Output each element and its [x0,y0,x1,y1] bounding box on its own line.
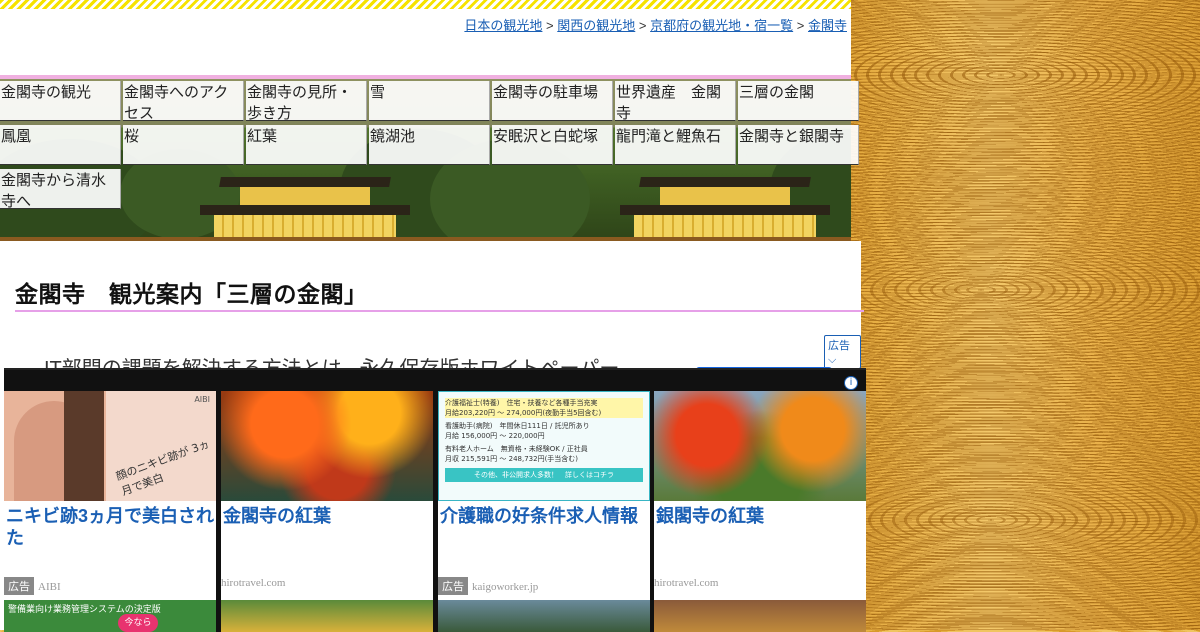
recommendation-grid: i 顔のニキビ跡が 3ヵ月で美白 AIBI ニキビ跡3ヵ月で美白された 広告 AI… [4,368,866,632]
ad-badge[interactable]: 広告 ⌵ [824,335,861,369]
nav-item-phoenix[interactable]: 鳳凰 [0,125,121,165]
ad-tag: 広告 [438,577,468,595]
nav-item-kinkaku-ginkaku[interactable]: 金閣寺と銀閣寺 [738,125,859,165]
nav-item-parking[interactable]: 金閣寺の駐車場 [492,81,613,121]
card-title[interactable]: 銀閣寺の紅葉 [656,505,864,527]
top-stripe [0,0,851,9]
breadcrumb-japan[interactable]: 日本の観光地 [464,18,542,33]
job-line: 月収 215,591円 〜 248,732円(手当含む) [445,455,579,463]
breadcrumb-kyoto[interactable]: 京都府の観光地・宿一覧 [650,18,793,33]
ad-tag: 広告 [4,577,34,595]
card-source: hirotravel.com [654,577,719,589]
breadcrumb: 日本の観光地 > 関西の観光地 > 京都府の観光地・宿一覧 > 金閣寺 [464,15,847,34]
card-kinkakuji-autumn[interactable]: 金閣寺の紅葉 hirotravel.com [221,391,433,632]
ad-badge-label: 広告 [828,339,850,352]
breadcrumb-kansai[interactable]: 関西の観光地 [557,18,635,33]
brand-logo: AIBI [194,395,210,404]
card-ginkakuji-autumn[interactable]: 銀閣寺の紅葉 hirotravel.com [654,391,866,632]
title-underline [15,310,864,312]
card-thumbnail: 顔のニキビ跡が 3ヵ月で美白 AIBI [4,391,216,501]
nav-item-ryumon-falls[interactable]: 龍門滝と鯉魚石 [615,125,736,165]
info-icon[interactable]: i [844,376,858,390]
nav-item-access[interactable]: 金閣寺へのアクセス [123,81,244,121]
main-content: 金閣寺 観光案内「三層の金閣」 IT部門の課題を解決する方法とは - 永久保存版… [0,241,866,632]
card-thumbnail [221,391,433,501]
wood-background [851,0,1200,630]
breadcrumb-separator: > [796,18,805,33]
thumb-caption: 顔のニキビ跡が 3ヵ月で美白 [114,437,212,499]
nav-item-highlights[interactable]: 金閣寺の見所・歩き方 [246,81,367,121]
job-line: 介護福祉士(特養) 住宅・扶養など各種手当充実 [445,398,643,408]
nav-item-world-heritage[interactable]: 世界遺産 金閣寺 [615,81,736,121]
card-title[interactable]: 介護職の好条件求人情報 [440,505,648,527]
job-line: 月給 156,000円 〜 220,000円 [445,432,545,440]
card-source-text: AIBI [38,581,61,593]
card-ad-care-jobs[interactable]: 介護福祉士(特養) 住宅・扶養など各種手当充実 月給203,220円 〜 274… [438,391,650,632]
job-line: 有料老人ホーム 無資格・未経験OK / 正社員 [445,445,588,453]
nav-item-kinkakuji-sightseeing[interactable]: 金閣寺の観光 [0,81,121,121]
card-source: hirotravel.com [221,577,286,589]
nav-item-autumn-leaves[interactable]: 紅葉 [246,125,367,165]
nav-item-snow[interactable]: 雪 [369,81,490,121]
chevron-down-icon: ⌵ [828,353,837,366]
nav-item-three-storied[interactable]: 三層の金閣 [738,81,859,121]
card-source: 広告 AIBI [4,577,61,595]
next-card-thumbnail[interactable] [221,600,433,632]
card-title[interactable]: 金閣寺の紅葉 [223,505,431,527]
nav-item-kyokochi[interactable]: 鏡湖池 [369,125,490,165]
card-source: 広告 kaigoworker.jp [438,577,538,595]
next-thumb-badge: 今なら [118,614,158,632]
next-card-thumbnail[interactable] [654,600,866,632]
nav-item-to-kiyomizu[interactable]: 金閣寺から清水寺へ [0,169,121,209]
card-title[interactable]: ニキビ跡3ヵ月で美白された [6,505,214,549]
breadcrumb-kinkakuji[interactable]: 金閣寺 [808,18,847,33]
nav-item-cherry[interactable]: 桜 [123,125,244,165]
card-ad-acne[interactable]: 顔のニキビ跡が 3ヵ月で美白 AIBI ニキビ跡3ヵ月で美白された 広告 AIBI… [4,391,216,632]
card-source-text: kaigoworker.jp [472,581,539,593]
card-thumbnail [654,391,866,501]
page-title: 金閣寺 観光案内「三層の金閣」 [15,281,368,307]
nav-item-anmintaku[interactable]: 安眠沢と白蛇塚 [492,125,613,165]
job-line: 月給203,220円 〜 274,000円(夜勤手当5回含む) [445,408,643,418]
next-card-thumbnail[interactable]: 警備業向け業務管理システムの決定版 今なら [4,600,216,632]
breadcrumb-separator: > [546,18,554,33]
job-cta: その他、非公開求人多数！ 詳しくはコチラ [445,468,643,482]
header: 日本の観光地 > 関西の観光地 > 京都府の観光地・宿一覧 > 金閣寺 [0,9,851,75]
next-card-thumbnail[interactable] [438,600,650,632]
job-line: 看護助手(病院) 年間休日111日 / 託児所あり [445,422,590,430]
breadcrumb-separator: > [638,18,647,33]
card-thumbnail: 介護福祉士(特養) 住宅・扶養など各種手当充実 月給203,220円 〜 274… [438,391,650,501]
